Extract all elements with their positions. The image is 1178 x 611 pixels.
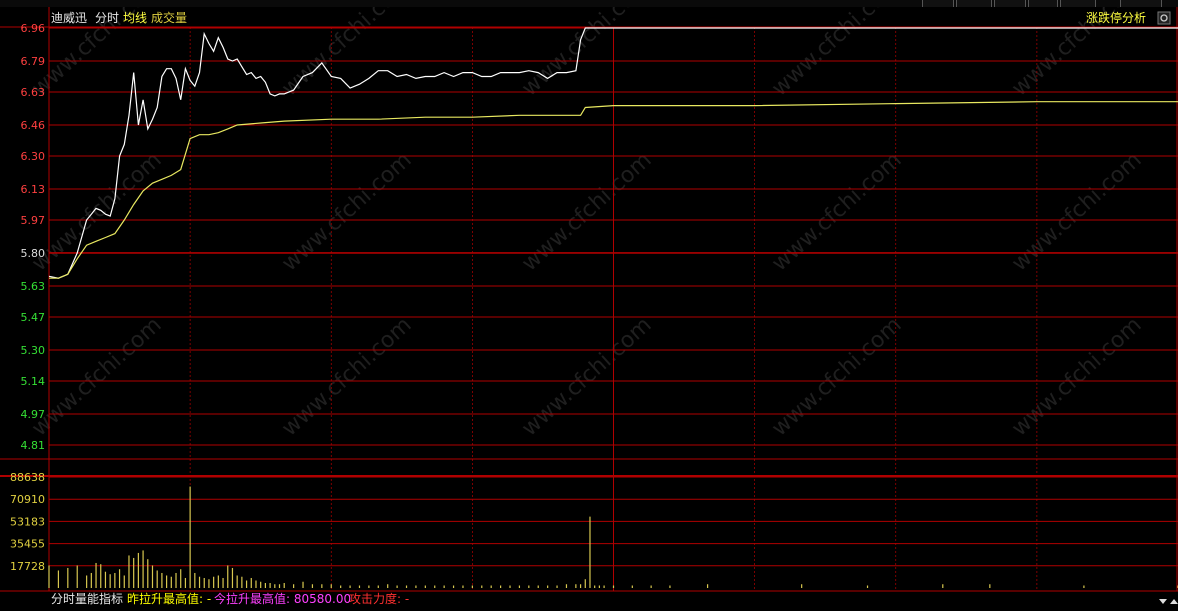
- price-tick-label: 5.63: [21, 280, 46, 293]
- volume-tick-label: 70910: [10, 493, 45, 506]
- volume-tick-label: 35455: [10, 538, 45, 551]
- price-tick-label: 4.97: [21, 408, 46, 421]
- price-tick-label: 6.63: [21, 86, 46, 99]
- volume-label: 成交量: [151, 10, 187, 25]
- price-tick-label: 6.30: [21, 150, 46, 163]
- volume-tick-label: 53183: [10, 515, 45, 528]
- indicator-name[interactable]: 分时量能指标: [51, 591, 123, 606]
- price-tick-label: 5.80: [21, 247, 46, 260]
- price-tick-label: 5.47: [21, 311, 46, 324]
- price-tick-label: 6.46: [21, 119, 46, 132]
- limit-analysis-button[interactable]: 涨跌停分析: [1086, 10, 1146, 25]
- price-tick-label: 6.79: [21, 55, 46, 68]
- price-tick-label: 5.30: [21, 344, 46, 357]
- volume-tick-label: 88638: [10, 471, 45, 484]
- price-tick-label: 6.13: [21, 183, 46, 196]
- today-peak-label: 今拉升最高值: 80580.00: [214, 591, 351, 606]
- stock-name: 迪威迅: [51, 11, 87, 25]
- avg-line-label: 均线: [123, 11, 147, 25]
- yesterday-peak-label: 昨拉升最高值: -: [127, 591, 211, 606]
- settings-gear-icon[interactable]: [1157, 11, 1171, 25]
- volume-tick-label: 17728: [10, 560, 45, 573]
- price-tick-label: 5.14: [21, 375, 46, 388]
- price-tick-label: 6.96: [21, 22, 46, 35]
- price-tick-label: 5.97: [21, 214, 46, 227]
- mode-label[interactable]: 分时: [95, 11, 119, 25]
- price-tick-label: 4.81: [21, 439, 46, 452]
- intraday-chart[interactable]: www.cfchi.com www.cfchi.com www.cfchi.com w…: [0, 7, 1178, 611]
- attack-strength-label: 攻击力度: -: [349, 591, 409, 606]
